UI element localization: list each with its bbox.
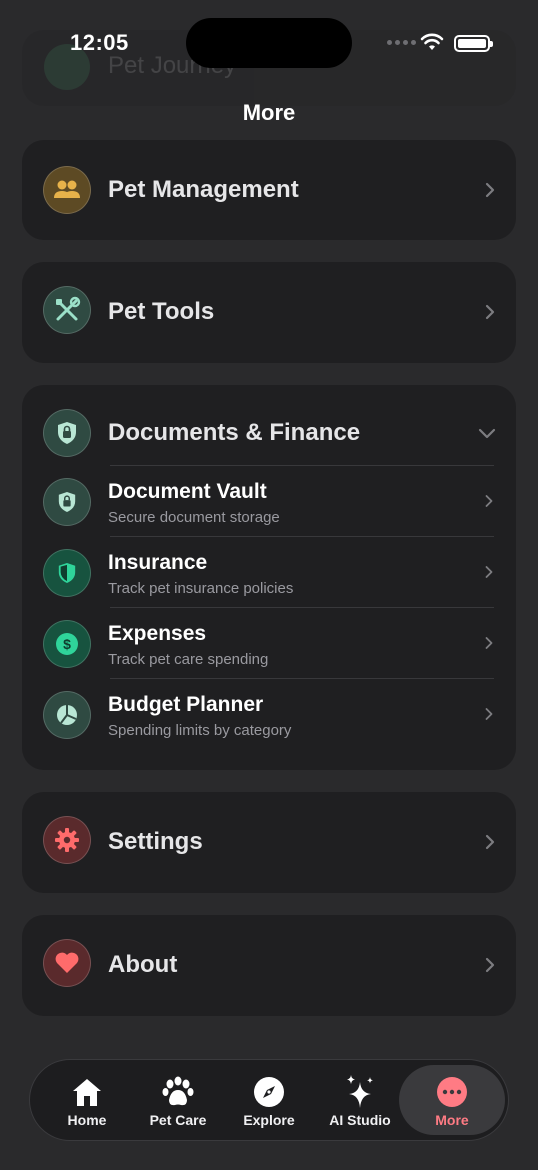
people-icon xyxy=(43,166,91,214)
more-icon xyxy=(434,1074,470,1110)
document-vault-desc: Secure document storage xyxy=(108,509,280,526)
tab-home[interactable]: Home xyxy=(40,1060,134,1140)
pet-tools-row[interactable]: Pet Tools xyxy=(22,262,516,362)
page-title: More xyxy=(242,100,296,125)
gear-icon xyxy=(43,816,91,864)
status-time: 12:05 xyxy=(70,30,129,55)
svg-text:$: $ xyxy=(63,636,71,652)
tab-pet-care[interactable]: Pet Care xyxy=(131,1060,225,1140)
documents-finance-label: Documents & Finance xyxy=(108,419,361,446)
tab-bar: Home Pet Care Explore AI Studio More xyxy=(29,1059,509,1141)
pet-tools-card[interactable]: Pet Tools xyxy=(22,262,516,363)
tab-more[interactable]: More xyxy=(399,1065,505,1135)
budget-planner-title: Budget Planner xyxy=(108,693,264,716)
paw-icon xyxy=(160,1074,196,1110)
document-vault-title: Document Vault xyxy=(108,480,267,503)
document-vault-item[interactable]: Document Vault Secure document storage xyxy=(22,466,516,537)
chevron-right-icon xyxy=(485,834,495,850)
dynamic-island xyxy=(186,18,352,68)
pet-tools-label: Pet Tools xyxy=(108,298,215,325)
chevron-right-icon xyxy=(485,957,495,973)
expenses-item[interactable]: $ Expenses Track pet care spending xyxy=(22,608,516,679)
chevron-right-icon xyxy=(485,304,495,320)
tab-pet-care-label: Pet Care xyxy=(149,1112,207,1128)
pie-chart-icon xyxy=(43,691,91,739)
documents-finance-card: Documents & Finance Document Vault Secur… xyxy=(22,385,516,770)
status-bar: Pet Journey 12:05 xyxy=(0,0,538,106)
sparkles-icon xyxy=(342,1074,378,1110)
pet-management-label: Pet Management xyxy=(108,176,299,203)
about-label: About xyxy=(108,951,178,978)
chevron-right-icon xyxy=(485,182,495,198)
tab-explore[interactable]: Explore xyxy=(222,1060,316,1140)
tab-ai-studio[interactable]: AI Studio xyxy=(313,1060,407,1140)
tab-more-label: More xyxy=(435,1112,469,1128)
battery-icon xyxy=(454,35,493,52)
about-row[interactable]: About xyxy=(22,915,516,1015)
heart-icon xyxy=(43,939,91,987)
expenses-title: Expenses xyxy=(108,622,207,645)
chevron-down-icon xyxy=(478,428,496,439)
about-card[interactable]: About xyxy=(22,915,516,1016)
chevron-right-icon xyxy=(485,495,493,507)
settings-label: Settings xyxy=(108,828,203,855)
pet-management-row[interactable]: Pet Management xyxy=(22,140,516,240)
wifi-icon xyxy=(420,33,444,50)
signal-icon xyxy=(387,40,416,45)
compass-icon xyxy=(251,1074,287,1110)
chevron-right-icon xyxy=(485,708,493,720)
settings-row[interactable]: Settings xyxy=(22,792,516,892)
tools-icon xyxy=(43,286,91,334)
tab-ai-studio-label: AI Studio xyxy=(329,1112,391,1128)
insurance-item[interactable]: Insurance Track pet insurance policies xyxy=(22,537,516,608)
expenses-desc: Track pet care spending xyxy=(108,651,269,668)
insurance-desc: Track pet insurance policies xyxy=(108,580,294,597)
budget-planner-desc: Spending limits by category xyxy=(108,722,292,739)
budget-planner-item[interactable]: Budget Planner Spending limits by catego… xyxy=(22,679,516,750)
chevron-right-icon xyxy=(485,566,493,578)
lock-shield-icon xyxy=(43,478,91,526)
settings-card[interactable]: Settings xyxy=(22,792,516,893)
home-icon xyxy=(69,1074,105,1110)
dollar-icon: $ xyxy=(43,620,91,668)
chevron-right-icon xyxy=(485,637,493,649)
shield-icon xyxy=(43,549,91,597)
lock-shield-icon xyxy=(43,409,91,457)
pet-management-card[interactable]: Pet Management xyxy=(22,140,516,240)
insurance-title: Insurance xyxy=(108,551,208,574)
tab-home-label: Home xyxy=(67,1112,107,1128)
tab-explore-label: Explore xyxy=(243,1112,295,1128)
